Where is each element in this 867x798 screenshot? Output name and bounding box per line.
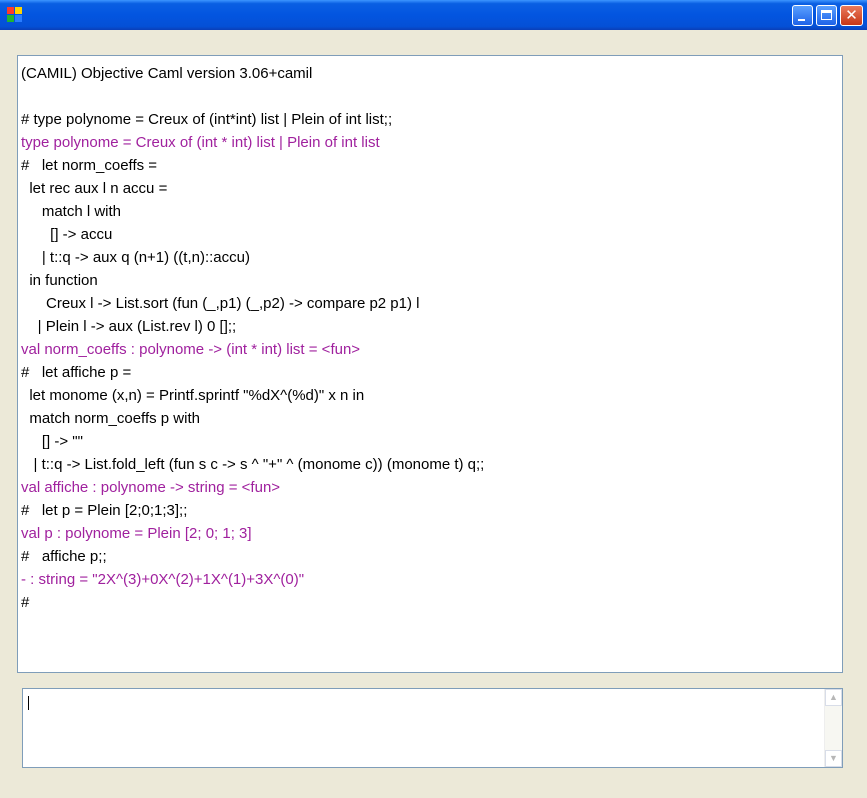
console-response-line: val affiche : polynome -> string = <fun> [21,479,281,496]
console-input-line: let rec aux l n accu = [21,180,168,197]
console-input-line: | t::q -> aux q (n+1) ((t,n)::accu) [21,249,250,266]
console-response-line: val p : polynome = Plein [2; 0; 1; 3] [21,525,252,542]
console-input-line: [] -> "" [21,433,83,450]
console-output[interactable]: (CAMIL) Objective Caml version 3.06+cami… [17,55,843,673]
input-scrollbar[interactable]: ▲ ▼ [824,689,842,767]
close-button[interactable]: ✕ [840,5,863,26]
console-input-line: # type polynome = Creux of (int*int) lis… [21,111,393,128]
command-input[interactable]: ▲ ▼ [22,688,843,768]
console-input-line: | t::q -> List.fold_left (fun s c -> s ^… [21,456,485,473]
console-response-line: val norm_coeffs : polynome -> (int * int… [21,341,361,358]
text-caret [28,696,29,710]
console-input-line: # let affiche p = [21,364,132,381]
title-bar[interactable]: ✕ [0,0,867,30]
console-input-line: in function [21,272,98,289]
minimize-button[interactable] [792,5,813,26]
scroll-up-button[interactable]: ▲ [825,689,842,706]
scroll-down-button[interactable]: ▼ [825,750,842,767]
console-input-line: Creux l -> List.sort (fun (_,p1) (_,p2) … [21,295,420,312]
close-icon: ✕ [845,6,858,24]
console-input-line: [] -> accu [21,226,113,243]
console-response-line: - : string = "2X^(3)+0X^(2)+1X^(1)+3X^(0… [21,571,305,588]
app-icon[interactable] [7,7,23,23]
console-input-line: # let norm_coeffs = [21,157,158,174]
console-input-line: match l with [21,203,122,220]
console-input-line: let monome (x,n) = Printf.sprintf "%dX^(… [21,387,365,404]
console-input-line: match norm_coeffs p with [21,410,200,427]
maximize-button[interactable] [816,5,837,26]
console-input-line: # affiche p;; [21,548,107,565]
console-input-line: # [21,594,30,611]
console-input-line: | Plein l -> aux (List.rev l) 0 [];; [21,318,237,335]
console-input-line: (CAMIL) Objective Caml version 3.06+cami… [21,65,313,82]
console-input-line: # let p = Plein [2;0;1;3];; [21,502,188,519]
minimize-icon [798,19,805,21]
console-response-line: type polynome = Creux of (int * int) lis… [21,134,380,151]
maximize-icon [821,10,832,20]
